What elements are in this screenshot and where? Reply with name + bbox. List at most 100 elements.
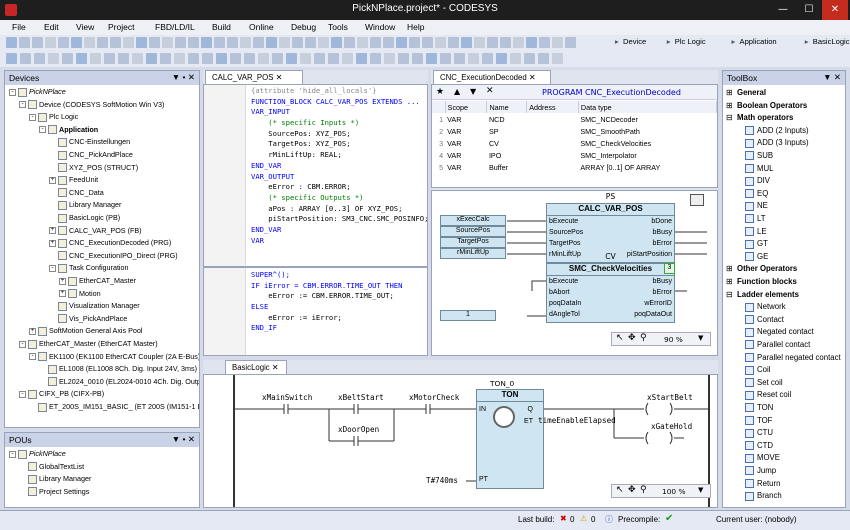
toolbar-icon[interactable]: [448, 37, 459, 48]
breadcrumb-item[interactable]: Application: [740, 37, 777, 46]
toolbar-icon[interactable]: [6, 53, 17, 64]
toolbar-icon[interactable]: [45, 37, 56, 48]
breadcrumb-item[interactable]: BasicLogic: [813, 37, 850, 46]
toolbar-icon[interactable]: [565, 37, 576, 48]
toolbar-icon[interactable]: [409, 37, 420, 48]
toolbox-item[interactable]: Negated contact: [745, 327, 814, 339]
toolbar-icon[interactable]: [356, 53, 367, 64]
toolbox-item[interactable]: MOVE: [745, 453, 780, 465]
toolbar-icon[interactable]: [227, 37, 238, 48]
expand-icon[interactable]: ⊟: [726, 113, 733, 125]
toolbar-icon[interactable]: [216, 53, 227, 64]
toolbox-item[interactable]: GT: [745, 239, 768, 251]
toolbox-item[interactable]: Branch: [745, 491, 782, 503]
tree-item[interactable]: - Device (CODESYS SoftMotion Win V3): [19, 100, 164, 112]
tree-item[interactable]: - Plc Logic: [29, 112, 78, 124]
menu-project[interactable]: Project: [108, 22, 134, 32]
column-header[interactable]: Name: [486, 101, 528, 113]
toolbox-group[interactable]: Boolean Operators: [737, 101, 807, 113]
toolbar-icon[interactable]: [84, 37, 95, 48]
toolbox-item[interactable]: ADD (3 Inputs): [745, 138, 809, 150]
tree-item[interactable]: CNC_PickAndPlace: [49, 150, 133, 162]
tree-item[interactable]: + CNC_ExecutionDecoded (PRG): [49, 238, 171, 250]
toolbox-item[interactable]: CTU: [745, 428, 773, 440]
expand-icon[interactable]: -: [9, 450, 16, 458]
toolbar-icon[interactable]: [331, 37, 342, 48]
tree-item[interactable]: - Application: [39, 125, 98, 137]
tree-item[interactable]: - PickNPlace: [9, 449, 66, 461]
toolbar-icon[interactable]: [188, 53, 199, 64]
toolbox-item[interactable]: Coil: [745, 365, 770, 377]
toolbox-item[interactable]: Jump: [745, 466, 776, 478]
toolbar-icon[interactable]: [160, 53, 171, 64]
close-icon[interactable]: ✕: [529, 73, 536, 82]
toolbar-icon[interactable]: [305, 37, 316, 48]
toolbox-group[interactable]: Math operators: [737, 113, 793, 125]
toolbar-icon[interactable]: [58, 37, 69, 48]
expand-icon[interactable]: ⊞: [726, 101, 733, 113]
input-variable[interactable]: SourcePos: [440, 226, 506, 237]
down-arrow-icon[interactable]: ▼: [470, 87, 476, 96]
table-row[interactable]: 1 VAR NCD SMC_NCDecoder: [432, 113, 717, 125]
toolbar-icon[interactable]: [384, 53, 395, 64]
toolbox-group[interactable]: General: [737, 88, 766, 100]
contact-label[interactable]: xBeltStart: [338, 393, 384, 402]
tree-item[interactable]: - PickNPlace: [9, 87, 66, 99]
tree-item[interactable]: EL2024_0010 (EL2024-0010 4Ch. Dig. Outpu…: [39, 377, 199, 389]
menu-tools[interactable]: Tools: [328, 22, 348, 32]
declaration-pane[interactable]: {attribute 'hide_all_locals'} FUNCTION_BL…: [203, 84, 428, 267]
toolbar-icon[interactable]: [34, 53, 45, 64]
toolbar-icon[interactable]: [526, 37, 537, 48]
toolbar-icon[interactable]: [230, 53, 241, 64]
toolbar-icon[interactable]: [440, 53, 451, 64]
toolbox-group[interactable]: Function blocks: [737, 277, 797, 289]
toolbar-icon[interactable]: [357, 37, 368, 48]
toolbar-icon[interactable]: [300, 53, 311, 64]
zoom-dropdown-icon[interactable]: ▼: [698, 486, 703, 494]
tree-item[interactable]: CNC_ExecutionIPO_Direct (PRG): [49, 251, 178, 263]
tree-item[interactable]: - EK1100 (EK1100 EtherCAT Coupler (2A E-B…: [29, 352, 199, 364]
maximize-button[interactable]: ☐: [796, 0, 822, 20]
input-variable[interactable]: xExecCalc: [440, 215, 506, 226]
tree-item[interactable]: + CALC_VAR_POS (FB): [49, 226, 142, 238]
toolbox-item[interactable]: MUL: [745, 164, 773, 176]
tree-item[interactable]: BasicLogic (PB): [49, 213, 120, 225]
expand-icon[interactable]: +: [49, 227, 56, 235]
expand-icon[interactable]: -: [19, 340, 26, 348]
toolbar-icon[interactable]: [482, 53, 493, 64]
toolbar-icon[interactable]: [214, 37, 225, 48]
toolbar-icon[interactable]: [20, 53, 31, 64]
toolbar-icon[interactable]: [552, 37, 563, 48]
contact-label[interactable]: xMainSwitch: [262, 393, 312, 402]
toolbar-icon[interactable]: [426, 53, 437, 64]
column-header[interactable]: Address: [526, 101, 579, 113]
toolbox-item[interactable]: Reset coil: [745, 390, 791, 402]
expand-icon[interactable]: +: [29, 327, 36, 335]
contact-label[interactable]: xMotorCheck: [409, 393, 459, 402]
zoom-level[interactable]: 100 %: [662, 487, 685, 496]
menu-file[interactable]: File: [12, 22, 26, 32]
up-arrow-icon[interactable]: ▲: [454, 87, 460, 96]
toolbar-icon[interactable]: [314, 53, 325, 64]
tree-item[interactable]: + FeedUnit: [49, 175, 98, 187]
toolbar-icon[interactable]: [286, 53, 297, 64]
pointer-icon[interactable]: ↖: [616, 333, 624, 343]
toolbar-icon[interactable]: [328, 53, 339, 64]
toolbar-icon[interactable]: [201, 37, 212, 48]
expand-icon[interactable]: -: [39, 126, 46, 134]
toolbar-icon[interactable]: [370, 53, 381, 64]
tree-item[interactable]: GlobalTextList: [19, 462, 84, 474]
toolbar-icon[interactable]: [71, 37, 82, 48]
tree-item[interactable]: Library Manager: [49, 200, 121, 212]
function-block[interactable]: SMC_CheckVelocities bExecute bAbort poqData…: [546, 263, 675, 323]
breadcrumb-item[interactable]: Plc Logic: [675, 37, 706, 46]
toolbox-item[interactable]: Contact: [745, 315, 784, 327]
move-icon[interactable]: ✥: [628, 333, 636, 343]
tree-item[interactable]: Vis_PickAndPlace: [49, 314, 127, 326]
toolbar-icon[interactable]: [149, 37, 160, 48]
toolbar-icon[interactable]: [174, 53, 185, 64]
pointer-icon[interactable]: ↖: [616, 485, 624, 495]
toolbar-icon[interactable]: [474, 37, 485, 48]
toolbox-item[interactable]: Parallel contact: [745, 340, 810, 352]
toolbar-icon[interactable]: [123, 37, 134, 48]
